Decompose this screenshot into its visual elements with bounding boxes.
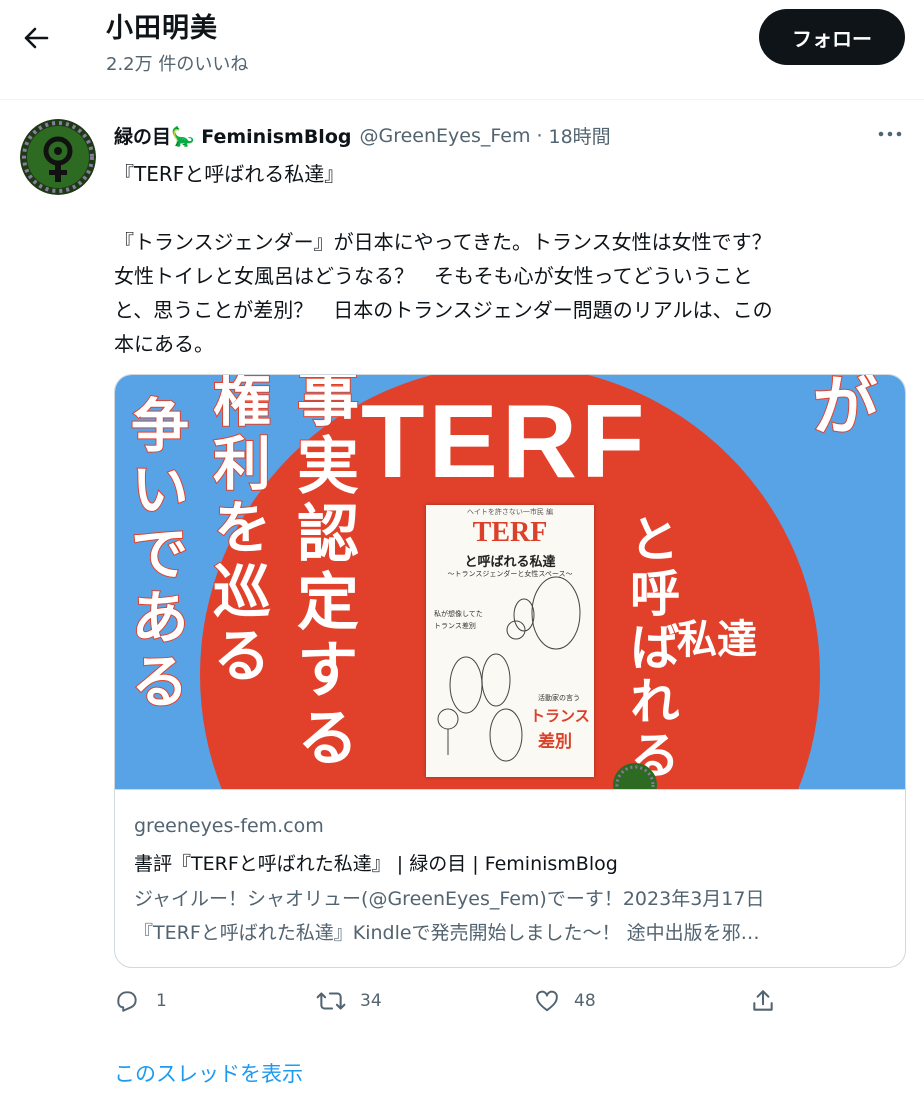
back-arrow-icon (24, 27, 49, 49)
book-cover: ヘイトを許さない一市民 編 TERF と呼ばれる私達 〜トランスジェンダーと女性… (426, 505, 594, 777)
more-icon (878, 131, 902, 137)
link-card[interactable]: TERF 争いである 権利を巡る 事実認定する これは女性が と呼ばれる 私達 … (114, 374, 906, 968)
card-image-text: 争いである (120, 394, 190, 716)
likes-count: 2.2万 件のいいね (106, 54, 249, 75)
tweet-time[interactable]: 18時間 (549, 122, 611, 149)
feminism-logo-icon (20, 119, 96, 195)
card-image-text: 私達 (677, 617, 757, 663)
tweet-actions: 1 34 48 (114, 985, 904, 1017)
card-image-text: これは女性が (800, 375, 905, 732)
share-button[interactable] (750, 985, 776, 1017)
profile-name: 小田明美 (106, 13, 218, 44)
like-count: 48 (574, 991, 596, 1011)
card-domain: greeneyes-fem.com (134, 815, 324, 837)
author-handle[interactable]: @GreenEyes_Fem (359, 125, 530, 147)
book-illustration (437, 576, 581, 762)
card-title: 書評『TERFと呼ばれた私達』 | 緑の目 | FeminismBlog (134, 853, 618, 875)
card-image-text: 事実認定する (285, 375, 360, 774)
card-avatar-icon (613, 763, 657, 789)
profile-header: 小田明美 2.2万 件のいいね フォロー (0, 0, 924, 100)
card-image[interactable]: TERF 争いである 権利を巡る 事実認定する これは女性が と呼ばれる 私達 … (115, 375, 905, 790)
card-description: ジャイルー！シャオリュー(@GreenEyes_Fem)でーす！2023年3月1… (134, 888, 765, 944)
card-image-title: TERF (361, 384, 649, 500)
reply-button[interactable]: 1 (114, 985, 167, 1017)
author-name[interactable]: 緑の目🦕 FeminismBlog (114, 122, 351, 149)
show-thread-link[interactable]: このスレッドを表示 (114, 1058, 303, 1088)
card-image-text: 権利を巡る (202, 375, 272, 690)
separator-dot: · (536, 124, 543, 147)
back-button[interactable] (16, 22, 56, 54)
tweet-author-row: 緑の目🦕 FeminismBlog @GreenEyes_Fem · 18時間 (114, 122, 611, 149)
more-button[interactable] (874, 122, 906, 146)
retweet-icon (316, 992, 346, 1010)
avatar[interactable] (20, 119, 96, 195)
tweet-text: 『TERFと呼ばれる私達』 『トランスジェンダー』が日本にやってきた。トランス女… (114, 162, 773, 356)
reply-count: 1 (156, 991, 167, 1011)
retweet-button[interactable]: 34 (316, 985, 382, 1017)
like-icon (536, 990, 558, 1012)
like-button[interactable]: 48 (534, 985, 596, 1017)
reply-icon (117, 991, 137, 1012)
share-icon (753, 990, 773, 1011)
follow-button[interactable]: フォロー (759, 9, 905, 65)
retweet-count: 34 (360, 991, 382, 1011)
